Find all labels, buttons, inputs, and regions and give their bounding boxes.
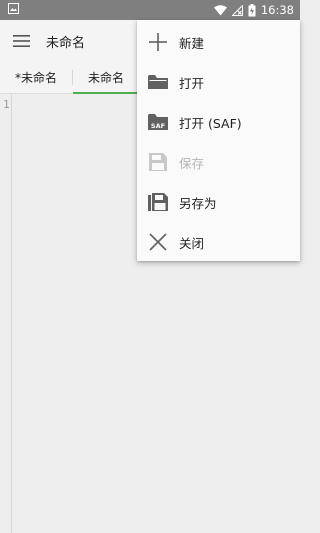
menu-item-save: 保存 bbox=[137, 142, 300, 182]
tab-label: 未命名 bbox=[87, 71, 124, 85]
menu-item-new[interactable]: 新建 bbox=[137, 22, 300, 62]
signal-off-icon bbox=[231, 4, 243, 16]
status-bar: 16:38 bbox=[0, 0, 300, 20]
line-number: 1 bbox=[3, 98, 10, 111]
menu-label: 打开 (SAF) bbox=[179, 115, 242, 131]
status-time: 16:38 bbox=[260, 3, 294, 17]
tab-untitled[interactable]: 未命名 bbox=[73, 62, 139, 94]
save-as-icon bbox=[147, 191, 169, 213]
menu-label: 新建 bbox=[179, 35, 205, 51]
image-icon bbox=[8, 3, 19, 17]
tab-untitled-modified[interactable]: *未命名 bbox=[0, 62, 72, 93]
menu-item-open-saf[interactable]: SAF 打开 (SAF) bbox=[137, 102, 300, 142]
close-icon bbox=[147, 231, 169, 253]
menu-item-save-as[interactable]: 另存为 bbox=[137, 182, 300, 222]
folder-icon bbox=[147, 71, 169, 93]
battery-charging-icon bbox=[248, 3, 256, 17]
line-gutter: 1 bbox=[0, 94, 12, 533]
menu-item-close[interactable]: 关闭 bbox=[137, 222, 300, 262]
app-title: 未命名 bbox=[46, 35, 86, 51]
plus-icon bbox=[147, 31, 169, 53]
tab-label: *未命名 bbox=[14, 71, 57, 85]
svg-text:SAF: SAF bbox=[151, 122, 165, 130]
menu-label: 另存为 bbox=[179, 195, 217, 211]
menu-label: 打开 bbox=[179, 75, 205, 91]
hamburger-menu-icon[interactable] bbox=[0, 20, 44, 62]
menu-label: 保存 bbox=[179, 155, 205, 171]
save-icon bbox=[147, 151, 169, 173]
menu-label: 关闭 bbox=[179, 235, 205, 251]
overflow-menu: 新建 打开 SAF 打开 (SAF) 保存 另存为 关闭 bbox=[137, 20, 300, 261]
menu-item-open[interactable]: 打开 bbox=[137, 62, 300, 102]
wifi-icon bbox=[213, 4, 227, 16]
folder-saf-icon: SAF bbox=[147, 111, 169, 133]
